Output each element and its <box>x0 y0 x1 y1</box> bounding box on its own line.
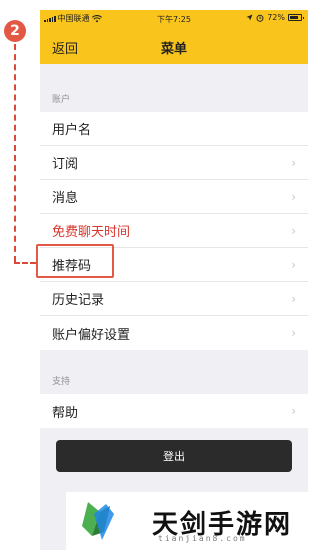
phone-screen: 中国联通 下午7:25 72% 返回 菜单 账户 用户名 订阅 › 消息 › 免… <box>40 10 308 550</box>
logout-button[interactable]: 登出 <box>56 440 292 472</box>
menu-item-history[interactable]: 历史记录 › <box>40 282 308 316</box>
annotation-pointer-horizontal <box>14 262 36 264</box>
chevron-right-icon: › <box>291 155 296 170</box>
menu-item-label: 账户偏好设置 <box>52 327 131 343</box>
battery-percent: 72% <box>267 13 285 22</box>
nav-bar: 返回 菜单 <box>40 28 308 64</box>
account-group: 用户名 订阅 › 消息 › 免费聊天时间 › 推荐码 › 历史记录 › 账户偏好… <box>40 112 308 350</box>
menu-item-label: 历史记录 <box>52 293 105 308</box>
chevron-right-icon: › <box>291 326 296 340</box>
watermark: 天剑手游网 tianjian8.com <box>66 492 320 550</box>
menu-item-messages[interactable]: 消息 › <box>40 180 308 214</box>
menu-item-free-chat-time[interactable]: 免费聊天时间 › <box>40 214 308 248</box>
menu-item-subscription[interactable]: 订阅 › <box>40 146 308 180</box>
tianjian-logo-icon <box>82 502 114 540</box>
chevron-right-icon: › <box>291 189 296 204</box>
page-title: 菜单 <box>160 42 187 57</box>
location-icon <box>246 14 253 21</box>
back-button[interactable]: 返回 <box>52 38 78 57</box>
step-badge: 2 <box>4 20 26 42</box>
menu-item-label: 免费聊天时间 <box>52 225 131 240</box>
watermark-subtitle: tianjian8.com <box>158 534 247 543</box>
referral-code-highlight-box <box>36 244 114 278</box>
chevron-right-icon: › <box>291 291 296 306</box>
chevron-right-icon: › <box>291 257 296 272</box>
status-bar: 中国联通 下午7:25 72% <box>40 10 308 28</box>
alarm-icon <box>256 14 264 22</box>
menu-item-account-preferences[interactable]: 账户偏好设置 › <box>40 316 308 350</box>
section-label-account: 账户 <box>52 95 71 105</box>
menu-item-label: 消息 <box>52 191 79 206</box>
section-label-support: 支持 <box>52 377 71 387</box>
annotation-pointer-vertical <box>14 44 16 262</box>
menu-item-help[interactable]: 帮助 › <box>40 394 308 428</box>
menu-item-label: 订阅 <box>52 157 79 172</box>
support-group: 帮助 › <box>40 394 308 428</box>
menu-item-label: 用户名 <box>52 123 92 138</box>
chevron-right-icon: › <box>291 404 296 418</box>
menu-item-label: 帮助 <box>52 405 79 421</box>
chevron-right-icon: › <box>291 223 296 238</box>
menu-item-username[interactable]: 用户名 <box>40 112 308 146</box>
battery-icon <box>288 14 304 21</box>
